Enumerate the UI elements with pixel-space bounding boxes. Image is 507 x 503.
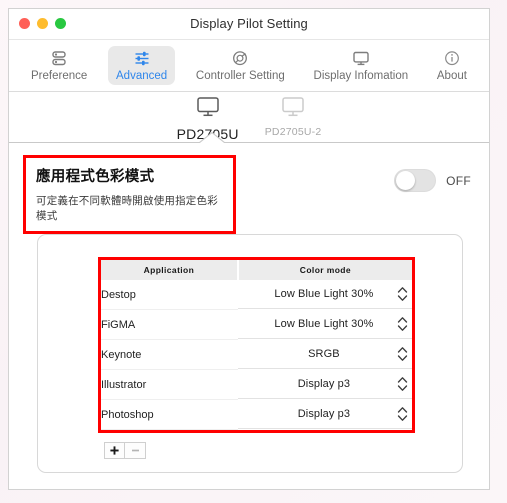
toolbar-item-advanced[interactable]: Advanced <box>108 46 176 85</box>
table-header-row: Application Color mode <box>101 260 412 280</box>
aperture-icon <box>231 50 249 67</box>
add-row-button[interactable] <box>104 442 125 459</box>
enable-toggle-group: OFF <box>394 169 471 192</box>
table-row[interactable]: Photoshop Display p3 <box>101 399 412 430</box>
cell-color-mode[interactable]: Display p3 <box>237 370 412 400</box>
window-title: Display Pilot Setting <box>190 16 308 31</box>
color-mode-stepper[interactable] <box>397 286 408 302</box>
color-mode-stepper[interactable] <box>397 346 408 362</box>
main-toolbar: Preference Advanced Controller Setting D… <box>9 40 489 92</box>
cell-application: Illustrator <box>101 369 238 400</box>
toolbar-item-label: Display Infomation <box>313 70 409 82</box>
column-header-color-mode: Color mode <box>237 260 412 280</box>
table-highlight-box: Application Color mode Destop Low Blue L… <box>98 257 415 433</box>
monitor-tab-pd2705u-2[interactable]: PD2705U-2 <box>265 96 322 138</box>
toolbar-item-display-infomation[interactable]: Display Infomation <box>306 46 417 85</box>
cell-color-mode[interactable]: Low Blue Light 30% <box>237 310 412 340</box>
color-mode-stepper[interactable] <box>397 316 408 332</box>
color-mode-value: Low Blue Light 30% <box>274 288 374 301</box>
table-row[interactable]: Illustrator Display p3 <box>101 369 412 400</box>
color-mode-stepper[interactable] <box>397 376 408 392</box>
monitor-icon <box>351 50 371 67</box>
monitor-icon <box>193 96 223 125</box>
toolbar-item-label: About <box>436 70 467 82</box>
toolbar-item-about[interactable]: About <box>429 46 475 85</box>
cell-color-mode[interactable]: Display p3 <box>237 400 412 430</box>
toolbar-item-controller-setting[interactable]: Controller Setting <box>188 46 293 85</box>
column-header-application: Application <box>101 260 239 280</box>
toggle-state-label: OFF <box>446 173 471 188</box>
color-mode-value: Low Blue Light 30% <box>274 318 374 330</box>
table-row-controls <box>104 442 146 459</box>
toolbar-item-label: Advanced <box>116 70 168 82</box>
active-tab-pointer-icon <box>199 132 225 143</box>
table-row[interactable]: FiGMA Low Blue Light 30% <box>101 309 412 340</box>
info-icon <box>443 50 461 67</box>
app-window: Display Pilot Setting Preference Advance… <box>8 8 490 490</box>
section-title: 應用程式色彩模式 <box>36 169 155 185</box>
toolbar-item-label: Controller Setting <box>195 70 285 82</box>
app-color-mode-section: 應用程式色彩模式 可定義在不同軟體時開啟使用指定色彩模式 OFF <box>9 143 489 240</box>
layers-icon <box>50 50 68 67</box>
sliders-icon <box>133 50 151 67</box>
cell-color-mode[interactable]: SRGB <box>237 340 412 370</box>
color-mode-value: Display p3 <box>297 408 351 420</box>
cell-application: Destop <box>101 280 238 310</box>
toggle-knob <box>396 171 416 190</box>
monitor-tab-label: PD2705U-2 <box>264 126 322 138</box>
cell-application: FiGMA <box>101 309 238 340</box>
cell-application: Photoshop <box>101 399 238 430</box>
plus-icon <box>109 445 120 456</box>
monitor-tab-bar: PD2705U PD2705U-2 <box>9 92 489 143</box>
table-row[interactable]: Destop Low Blue Light 30% <box>101 280 412 310</box>
application-color-mode-table: Application Color mode Destop Low Blue L… <box>101 260 412 430</box>
color-mode-stepper[interactable] <box>397 406 408 422</box>
window-titlebar: Display Pilot Setting <box>9 9 489 40</box>
toolbar-item-label: Preference <box>31 70 88 82</box>
cell-color-mode[interactable]: Low Blue Light 30% <box>237 280 412 310</box>
monitor-icon <box>278 96 308 125</box>
color-mode-value: Display p3 <box>297 378 351 390</box>
app-color-mode-card: Application Color mode Destop Low Blue L… <box>37 234 463 473</box>
section-highlight-box: 應用程式色彩模式 可定義在不同軟體時開啟使用指定色彩模式 <box>23 155 236 234</box>
remove-row-button[interactable] <box>125 442 146 459</box>
enable-toggle-switch[interactable] <box>394 169 437 192</box>
table-row[interactable]: Keynote SRGB <box>101 339 412 370</box>
color-mode-value: SRGB <box>308 348 340 360</box>
section-subtitle: 可定義在不同軟體時開啟使用指定色彩模式 <box>36 195 218 222</box>
minus-icon <box>130 445 141 456</box>
cell-application: Keynote <box>101 339 238 370</box>
toolbar-item-preference[interactable]: Preference <box>23 46 95 85</box>
